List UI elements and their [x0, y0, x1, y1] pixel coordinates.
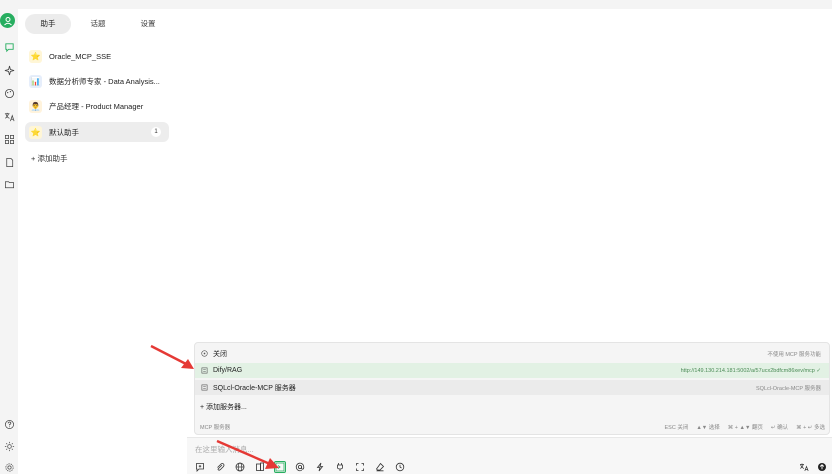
mcp-server-label: Dify/RAG	[213, 367, 243, 374]
apps-grid-icon[interactable]	[3, 133, 15, 145]
help-icon[interactable]	[3, 418, 15, 430]
mcp-server-dify[interactable]: Dify/RAG http://149.130.214.181:5002/a/5…	[195, 363, 829, 378]
user-avatar[interactable]	[0, 13, 15, 28]
hint-page: ⌘ + ▲▼ 翻页	[727, 425, 763, 431]
chat-icon[interactable]	[3, 41, 15, 53]
folder-icon[interactable]	[3, 178, 15, 190]
hint-confirm: ↵ 确认	[770, 425, 789, 431]
server-icon	[200, 367, 208, 375]
add-server-label: + 添加服务器...	[200, 403, 247, 411]
input-toolbar-right	[798, 461, 828, 473]
theme-sun-icon[interactable]	[3, 440, 15, 452]
mcp-server-label: SQLcl-Oracle-MCP 服务器	[213, 384, 296, 392]
assistant-name: 产品经理 - Product Manager	[49, 101, 144, 111]
hint-multiselect: ⌘ + ↵ 多选	[796, 425, 825, 431]
tab-topics[interactable]: 话题	[75, 14, 121, 34]
mcp-footer-label: MCP 服务器	[200, 425, 231, 431]
bar-chart-icon: 📊	[29, 74, 42, 88]
plugin-plug-icon[interactable]	[334, 461, 346, 473]
mcp-close-desc: 不使用 MCP 服务功能	[767, 351, 821, 358]
close-circle-icon	[200, 350, 208, 358]
assistant-item[interactable]: 👨‍💼 产品经理 - Product Manager	[25, 97, 169, 115]
mcp-close-option[interactable]: 关闭 不使用 MCP 服务功能	[195, 346, 829, 361]
annotation-arrow-icon	[150, 344, 194, 369]
settings-gear-icon[interactable]	[3, 461, 15, 473]
hint-esc: ESC 关闭	[664, 425, 689, 431]
send-icon[interactable]	[816, 461, 828, 473]
clear-context-icon[interactable]	[394, 461, 406, 473]
expand-icon[interactable]	[354, 461, 366, 473]
mcp-close-label: 关闭	[213, 350, 227, 358]
annotation-arrow-icon	[216, 439, 279, 469]
mcp-footer: MCP 服务器 ESC 关闭 ▲▼ 选择 ⌘ + ▲▼ 翻页 ↵ 确认 ⌘ + …	[195, 420, 829, 434]
title-bar	[18, 0, 832, 9]
assistant-name: 数据分析师专家 - Data Analysis...	[49, 76, 160, 86]
add-assistant-button[interactable]: + 添加助手	[31, 153, 67, 164]
assistants-panel: 助手 话题 设置 ⭐ Oracle_MCP_SSE 📊 数据分析师专家 - Da…	[18, 9, 175, 474]
assistant-name: 默认助手	[49, 127, 79, 137]
hint-select: ▲▼ 选择	[696, 425, 720, 431]
panel-tabs: 助手 话题 设置	[18, 14, 175, 34]
file-icon[interactable]	[3, 156, 15, 168]
mention-at-icon[interactable]	[294, 461, 306, 473]
translate-icon[interactable]	[3, 110, 15, 122]
person-icon: 👨‍💼	[29, 99, 42, 113]
quick-phrase-lightning-icon[interactable]	[314, 461, 326, 473]
tab-assistants[interactable]: 助手	[25, 14, 71, 34]
mcp-server-sqlcl[interactable]: SQLcl-Oracle-MCP 服务器 SQLcl-Oracle-MCP 服务…	[195, 380, 829, 395]
palette-icon[interactable]	[3, 87, 15, 99]
assistant-item[interactable]: 📊 数据分析师专家 - Data Analysis...	[25, 72, 169, 90]
add-mcp-server-button[interactable]: + 添加服务器...	[195, 399, 829, 414]
user-icon	[3, 16, 12, 25]
topic-count-badge: 1	[151, 127, 161, 137]
star-icon: ⭐	[29, 49, 42, 63]
assistant-name: Oracle_MCP_SSE	[49, 51, 112, 61]
new-topic-icon[interactable]	[194, 461, 206, 473]
star-icon: ⭐	[29, 125, 42, 139]
keyboard-hints: ESC 关闭 ▲▼ 选择 ⌘ + ▲▼ 翻页 ↵ 确认 ⌘ + ↵ 多选	[665, 423, 826, 431]
icon-rail	[0, 0, 18, 474]
mcp-server-desc: SQLcl-Oracle-MCP 服务器	[756, 385, 821, 392]
server-icon	[200, 384, 208, 392]
clear-eraser-icon[interactable]	[374, 461, 386, 473]
sparkle-icon[interactable]	[3, 64, 15, 76]
mcp-server-url: http://149.130.214.181:5002/a/57ucx2bdfc…	[680, 367, 821, 374]
translate-icon[interactable]	[798, 461, 810, 473]
mcp-server-popup: 关闭 不使用 MCP 服务功能 Dify/RAG http://149.130.…	[194, 342, 830, 435]
assistant-item[interactable]: ⭐ Oracle_MCP_SSE	[25, 47, 169, 65]
assistant-item-selected[interactable]: ⭐ 默认助手 1	[25, 122, 169, 142]
tab-settings[interactable]: 设置	[125, 14, 171, 34]
